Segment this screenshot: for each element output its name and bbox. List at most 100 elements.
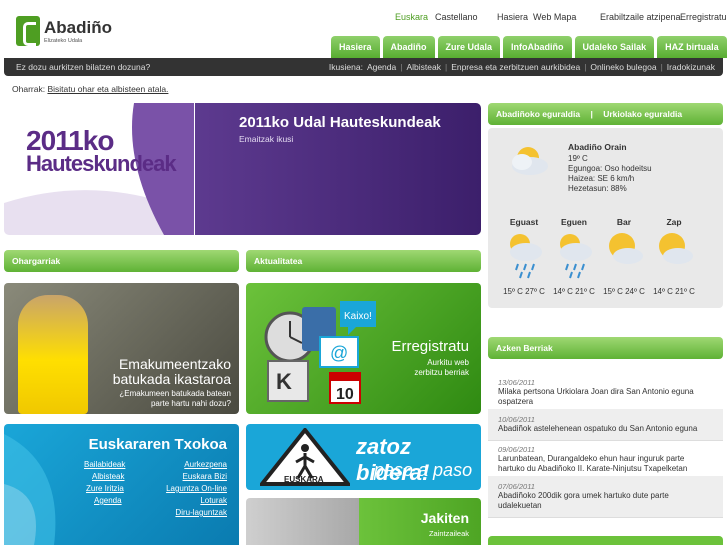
banner-title[interactable]: 2011ko Udal Hauteskundeak — [239, 114, 441, 131]
section-ohargarriak: Ohargarriak — [4, 250, 239, 272]
tab-zure-udala[interactable]: Zure Udala — [437, 36, 501, 58]
main-tabs: Hasiera Abadiño Zure Udala InfoAbadiño U… — [331, 36, 727, 58]
tab-abadino-weather[interactable]: Abadiñoko eguraldia — [496, 109, 580, 119]
news-date: 13/06/2011 — [498, 378, 535, 387]
logo-subtitle: Elizateko Udala — [44, 38, 83, 44]
svg-text:K: K — [276, 369, 292, 394]
euskara-link-zure-iritzia[interactable]: Zure Iritzia — [86, 484, 124, 493]
euskara-link-diru-laguntzak[interactable]: Diru-laguntzak — [175, 508, 227, 517]
home-link[interactable]: Hasiera — [497, 12, 528, 22]
sign-text: EUSKARA — [284, 475, 324, 484]
calendar-date: 10 — [336, 386, 354, 403]
weather-sky: Egungoa: Oso hodeitsu — [568, 164, 652, 173]
news-text[interactable]: Abadiñok astelehenean ospatuko du San An… — [498, 424, 713, 434]
weather-humidity: Hezetasun: 88% — [568, 184, 627, 193]
bottom-green-bar — [488, 536, 723, 545]
popular-link-enpresa[interactable]: Enpresa eta zerbitzuen aurkibidea — [451, 58, 580, 76]
search-prompt[interactable]: Ez dozu aurkitzen bilatzen dozuna? — [16, 58, 150, 76]
news-text[interactable]: Larunbatean, Durangaldeko ehun haur ingu… — [498, 454, 713, 474]
notice-line: Oharrak: Bisitatu ohar eta albisteen ata… — [12, 84, 168, 94]
weather-tabs: Abadiñoko eguraldia | Urkiolako eguraldi… — [488, 103, 723, 125]
rain-icon — [510, 234, 542, 279]
quick-nav-bar: Ez dozu aurkitzen bilatzen dozuna? Ikusi… — [4, 58, 723, 76]
notice-link[interactable]: Bisitatu ohar eta albisteen atala. — [47, 84, 168, 94]
batukada-title-line1: Emakumeentzako — [118, 356, 231, 372]
banner-subtitle[interactable]: Emaitzak ikusi — [239, 134, 293, 144]
section-aktualitatea: Aktualitatea — [246, 250, 481, 272]
popular-link-agenda[interactable]: Agenda — [367, 58, 396, 76]
news-date: 07/06/2011 — [498, 482, 535, 491]
forecast-day-3-name: Bar — [616, 217, 632, 227]
jakiten-title: Jakiten — [420, 510, 469, 526]
speech-bubble-text: Kaixo! — [344, 311, 372, 322]
forecast-day-1-name: Eguast — [509, 217, 539, 227]
pedestrian-sign-icon: EUSKARA — [260, 428, 350, 486]
tab-abadino[interactable]: Abadiño — [382, 36, 435, 58]
tab-haz-birtuala[interactable]: HAZ birtuala — [657, 36, 727, 58]
news-item[interactable]: 07/06/2011 Abadiñoko 200dik gora umek ha… — [488, 476, 723, 518]
euskara-link-laguntza[interactable]: Laguntza On-line — [166, 484, 227, 493]
euskara-link-bailabideak[interactable]: Bailabideak — [84, 460, 125, 469]
register-tile-subtitle: Aurkitu web zerbitzu berriak — [414, 358, 469, 378]
tab-hasiera[interactable]: Hasiera — [331, 36, 380, 58]
sun-cloud-icon — [609, 233, 643, 264]
banner-word: Hauteskundeak — [26, 151, 177, 176]
register-sub-line2: zerbitzu berriak — [414, 368, 469, 377]
cloudy-icon — [512, 147, 548, 175]
register-link[interactable]: Erregistratu — [680, 12, 727, 22]
batukada-tile[interactable]: Emakumeentzako batukada ikastaroa ¿Emaku… — [4, 283, 239, 414]
logo-icon[interactable] — [16, 16, 40, 46]
news-item[interactable]: 13/06/2011 Milaka pertsona Urkiolara Joa… — [488, 372, 723, 414]
zatoz-subtitle: paso a paso — [374, 460, 473, 480]
zatoz-bidera-tile[interactable]: EUSKARA zatoz bidera! paso a paso — [246, 424, 481, 490]
tab-urkiola-weather[interactable]: Urkiolako eguraldia — [603, 109, 682, 119]
batukada-title-line2: batukada ikastaroa — [112, 371, 231, 387]
logo-name[interactable]: Abadiño — [44, 18, 112, 38]
forecast-day-2-temps: 14º C 21º C — [553, 287, 595, 296]
news-date: 09/06/2011 — [498, 445, 535, 454]
popular-link-iradokizunak[interactable]: Iradokizunak — [667, 58, 715, 76]
news-item[interactable]: 09/06/2011 Larunbatean, Durangaldeko ehu… — [488, 439, 723, 481]
rain-icon — [560, 234, 592, 279]
register-illustration: @ 10 K Kaixo! — [264, 301, 376, 404]
register-sub-line1: Aurkitu web — [427, 358, 469, 367]
notice-label: Oharrak: — [12, 84, 46, 94]
svg-text:@: @ — [330, 343, 348, 363]
forecast-day-2-name: Eguen — [561, 217, 587, 227]
news-list: 13/06/2011 Milaka pertsona Urkiolara Joa… — [488, 362, 723, 522]
lang-euskara-link[interactable]: Euskara — [395, 12, 428, 22]
register-tile[interactable]: @ 10 K Kaixo! Erregistratu Aurkitu web z… — [246, 283, 481, 414]
news-item[interactable]: 10/06/2011 Abadiñok astelehenean ospatuk… — [488, 409, 723, 441]
euskara-link-albisteak[interactable]: Albisteak — [92, 472, 124, 481]
forecast-day-4-name: Zap — [666, 217, 682, 227]
news-text[interactable]: Abadiñoko 200dik gora umek hartuko dute … — [498, 491, 713, 511]
euskara-title: Euskararen Txokoa — [88, 436, 227, 453]
sun-cloud-icon — [659, 233, 693, 264]
section-azken-berriak: Azken Berriak — [488, 337, 723, 359]
user-login-link[interactable]: Erabiltzaile atzipena — [600, 12, 681, 22]
jakiten-tile[interactable]: Jakiten Zaintzaileak — [246, 498, 481, 545]
popular-links: Ikusiena: Agenda | Albisteak | Enpresa eta… — [329, 58, 715, 76]
news-text[interactable]: Milaka pertsona Urkiolara Joan dira San … — [498, 387, 713, 407]
euskara-link-agenda[interactable]: Agenda — [94, 496, 122, 505]
elections-banner[interactable]: 2011ko Hauteskundeak 2011ko Udal Hautesk… — [4, 103, 481, 235]
popular-link-albisteak[interactable]: Albisteak — [406, 58, 441, 76]
webmap-link[interactable]: Web Mapa — [533, 12, 576, 22]
weather-panel: Abadiño Orain 19º C Egungoa: Oso hodeits… — [488, 128, 723, 308]
weather-wind: Haizea: SE 6 km/h — [568, 174, 635, 183]
lang-castellano-link[interactable]: Castellano — [435, 12, 478, 22]
batukada-subtitle: ¿Emakumeen batukada batean parte hartu n… — [119, 389, 231, 408]
tab-udaleko-sailak[interactable]: Udaleko Sailak — [574, 36, 655, 58]
weather-now-title: Abadiño Orain — [568, 142, 627, 152]
tab-infoabadino[interactable]: InfoAbadiño — [503, 36, 572, 58]
forecast-day-4-temps: 14º C 21º C — [653, 287, 695, 296]
euskara-link-euskara-bizi[interactable]: Euskara Bizi — [183, 472, 227, 481]
register-tile-title: Erregistratu — [391, 338, 469, 355]
popular-link-onlineko-bulegoa[interactable]: Onlineko bulegoa — [590, 58, 656, 76]
euskara-link-loturak[interactable]: Loturak — [200, 496, 227, 505]
euskara-link-aurkezpena[interactable]: Aurkezpena — [184, 460, 227, 469]
euskara-corner-tile: Euskararen Txokoa Bailabideak Albisteak … — [4, 424, 239, 545]
popular-label: Ikusiena: — [328, 62, 363, 72]
forecast-day-1-temps: 15º C 27º C — [503, 287, 545, 296]
forecast-day-3-temps: 15º C 24º C — [603, 287, 645, 296]
